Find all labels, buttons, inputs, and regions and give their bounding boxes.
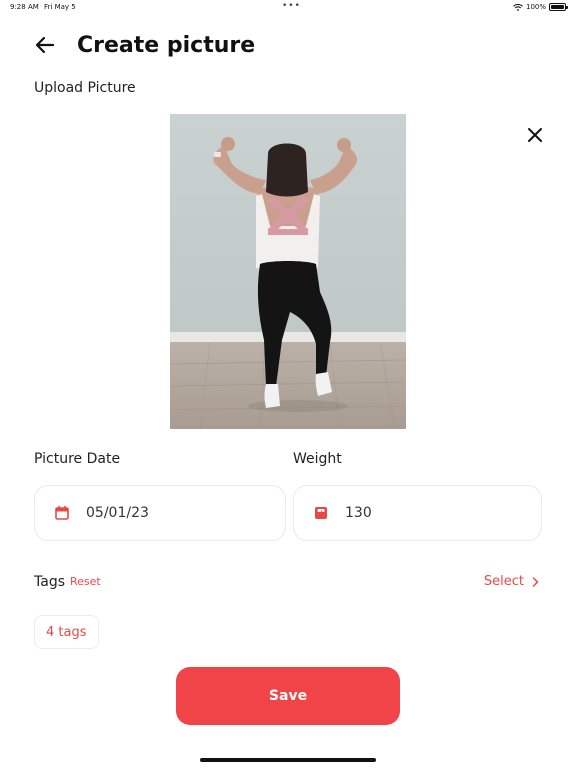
select-tags-link[interactable]: Select xyxy=(484,574,539,589)
calendar-icon xyxy=(55,505,69,520)
arrow-left-icon[interactable] xyxy=(34,34,56,56)
tag-count-chip[interactable]: 4 tags xyxy=(34,615,99,649)
header: Create picture xyxy=(34,28,255,62)
weight-label: Weight xyxy=(293,451,342,467)
save-button[interactable]: Save xyxy=(176,667,400,725)
chevron-right-icon xyxy=(532,576,539,587)
status-bar: 9:28 AM Fri May 5 ••• 100% xyxy=(0,0,576,14)
weight-value: 130 xyxy=(345,505,372,521)
scale-icon xyxy=(315,507,327,519)
battery-percentage: 100% xyxy=(525,3,546,11)
picture-date-label: Picture Date xyxy=(34,451,121,467)
status-date: Fri May 5 xyxy=(44,3,76,11)
reset-tags-link[interactable]: Reset xyxy=(70,575,101,588)
tags-label: Tags xyxy=(34,574,65,590)
status-time: 9:28 AM xyxy=(10,3,39,11)
page-title: Create picture xyxy=(77,32,256,58)
upload-picture-label: Upload Picture xyxy=(34,80,136,96)
uploaded-picture[interactable] xyxy=(170,114,406,429)
select-tags-label: Select xyxy=(483,574,524,589)
status-indicators: 100% xyxy=(513,3,568,11)
battery-icon xyxy=(549,3,568,11)
multitasking-dots[interactable]: ••• xyxy=(282,1,301,11)
wifi-icon xyxy=(513,3,523,11)
close-icon[interactable] xyxy=(526,126,544,144)
picture-date-field[interactable]: 05/01/23 xyxy=(34,485,286,541)
tag-count-label: 4 tags xyxy=(46,624,87,640)
picture-date-value: 05/01/23 xyxy=(86,505,149,521)
home-indicator[interactable] xyxy=(200,758,376,762)
weight-field[interactable]: 130 xyxy=(293,485,542,541)
